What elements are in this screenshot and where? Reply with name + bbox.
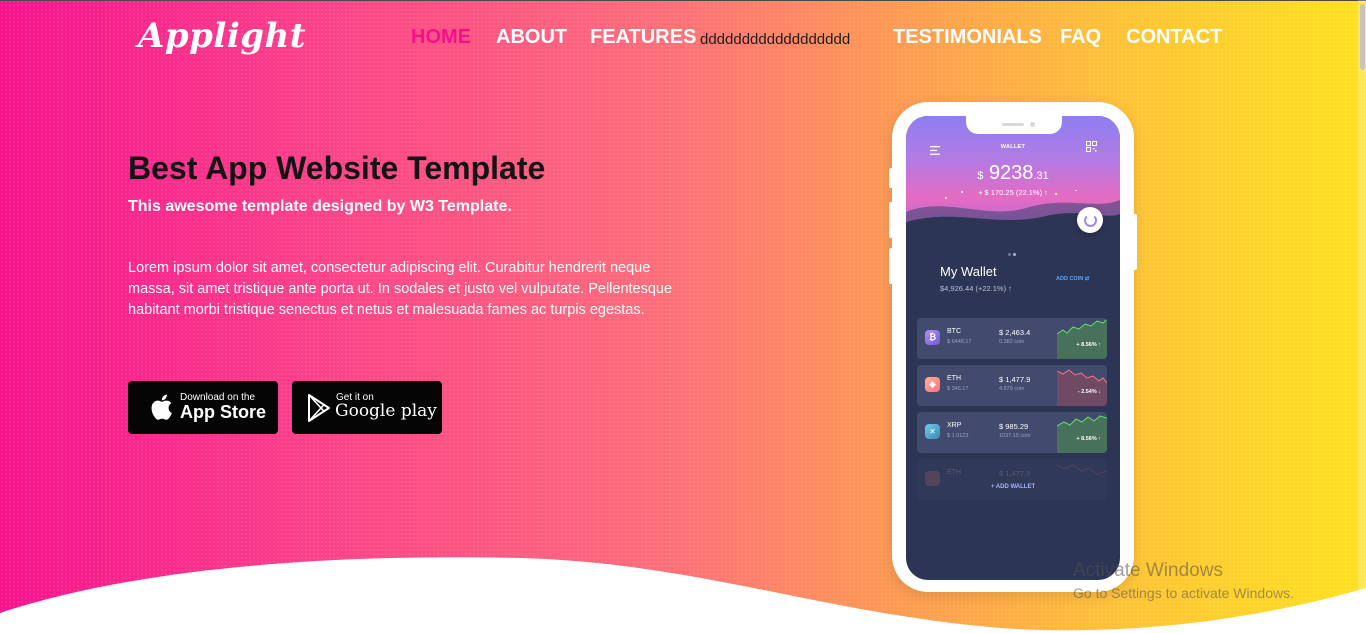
coin-row-btc[interactable]: ₿ BTC $ 6448.17 $ 2,463.4 0.382 coin + 8… [917,318,1107,359]
phone-mockup: WALLET $ 9238.31 + $ 170.25 (22.1%) ↑ My… [889,102,1137,592]
nav-about[interactable]: ABOUT [496,26,567,49]
my-wallet-heading: My Wallet [940,264,997,279]
app-store-button[interactable]: Download on the App Store [128,381,278,434]
activate-subtitle: Go to Settings to activate Windows. [1073,585,1294,601]
bitcoin-icon: ₿ [925,330,940,345]
coin-price: $ 1,477.9 [999,375,1031,384]
coin-units: 1037.15 coin [999,433,1031,439]
phone-screen: WALLET $ 9238.31 + $ 170.25 (22.1%) ↑ My… [906,116,1120,580]
google-play-icon [308,394,330,422]
refresh-icon [1084,214,1097,227]
swap-icon: ⇄ [1084,276,1090,282]
balance-main: 9238 [988,162,1034,184]
coin-row-xrp[interactable]: ✕ XRP $ 1.0123 $ 985.29 1037.15 coin + 8… [917,412,1107,453]
coin-price: $ 2,463.4 [999,328,1031,337]
coin-amount: $ 1.0123 [947,433,969,439]
coin-units: 0.382 coin [999,339,1025,345]
sparkline-up [1057,415,1107,453]
app-store-label: App Store [180,402,267,422]
coin-change: + 8.56% ↑ [1076,436,1101,442]
page-dot-active [1013,253,1016,256]
hero-subtitle: This awesome template designed by W3 Tem… [128,198,512,215]
page-indicator [1008,243,1018,261]
coin-symbol: ETH [947,469,961,476]
balance-change: + $ 170.25 (22.1%) ↑ [978,188,1048,197]
nav-testimonials[interactable]: TESTIMONIALS [893,26,1042,49]
apple-icon [151,394,172,420]
phone-speaker [1002,123,1024,126]
phone-notch [966,116,1062,134]
nav-contact[interactable]: CONTACT [1126,26,1222,49]
phone-volume-up [889,202,893,238]
phone-volume-down [889,248,893,284]
coin-symbol: BTC [947,328,961,335]
refresh-button[interactable] [1077,207,1103,233]
coin-units: 4.879 coin [999,386,1025,392]
google-play-button[interactable]: Get it on Google play [292,381,442,434]
nav-placeholder-text[interactable]: dddddddddddddddddd [700,31,850,48]
nav-faq[interactable]: FAQ [1060,26,1101,49]
qr-code-icon[interactable] [1086,141,1097,152]
coin-price: $ 1,477.9 [999,469,1031,478]
coin-symbol: XRP [947,422,962,429]
page-dot [1008,253,1011,256]
activate-title: Activate Windows [1073,560,1223,581]
add-coin-button[interactable]: ADD COIN ⇄ [1056,276,1089,282]
balance-cents: .31 [1033,170,1049,182]
ethereum-icon: ◆ [925,377,940,392]
coin-change: - 2.54% ↓ [1077,389,1101,395]
coin-amount: $ 6448.17 [947,339,972,345]
coin-row-eth-faded[interactable]: ETH $ 1,477.9 [917,459,1107,500]
wallet-balance: $ 9238.31 [906,162,1120,185]
top-border [0,0,1366,1]
phone-mute-switch [889,168,893,188]
scrollbar-thumb[interactable] [1360,4,1365,70]
google-play-label: Google play [335,401,437,421]
nav-home[interactable]: HOME [411,26,471,49]
sparkline-down [1057,464,1107,475]
windows-activation-watermark: Activate Windows Go to Settings to activ… [1073,560,1294,601]
hero-description: Lorem ipsum dolor sit amet, consectetur … [128,260,673,318]
add-wallet-button[interactable]: + ADD WALLET [906,484,1120,490]
add-coin-label: ADD COIN [1056,276,1084,282]
phone-camera [1030,122,1035,127]
balance-currency: $ [977,170,984,182]
hero-title: Best App Website Template [128,150,546,186]
coin-row-eth[interactable]: ◆ ETH $ 346.17 $ 1,477.9 4.879 coin - 2.… [917,365,1107,406]
nav-features[interactable]: FEATURES [590,26,696,49]
sparkline-down [1057,369,1107,406]
coin-change: + 8.56% ↑ [1076,342,1101,348]
ripple-icon: ✕ [925,424,940,439]
wallet-total: $4,926.44 (+22.1%) ↑ [940,284,1012,293]
coin-amount: $ 346.17 [947,386,969,392]
sparkline-up [1057,318,1107,359]
page-scrollbar[interactable] [1358,0,1366,633]
coin-price: $ 985.29 [999,422,1029,431]
logo[interactable]: Applight [138,16,306,56]
coin-symbol: ETH [947,375,961,382]
phone-power-button [1133,214,1137,270]
